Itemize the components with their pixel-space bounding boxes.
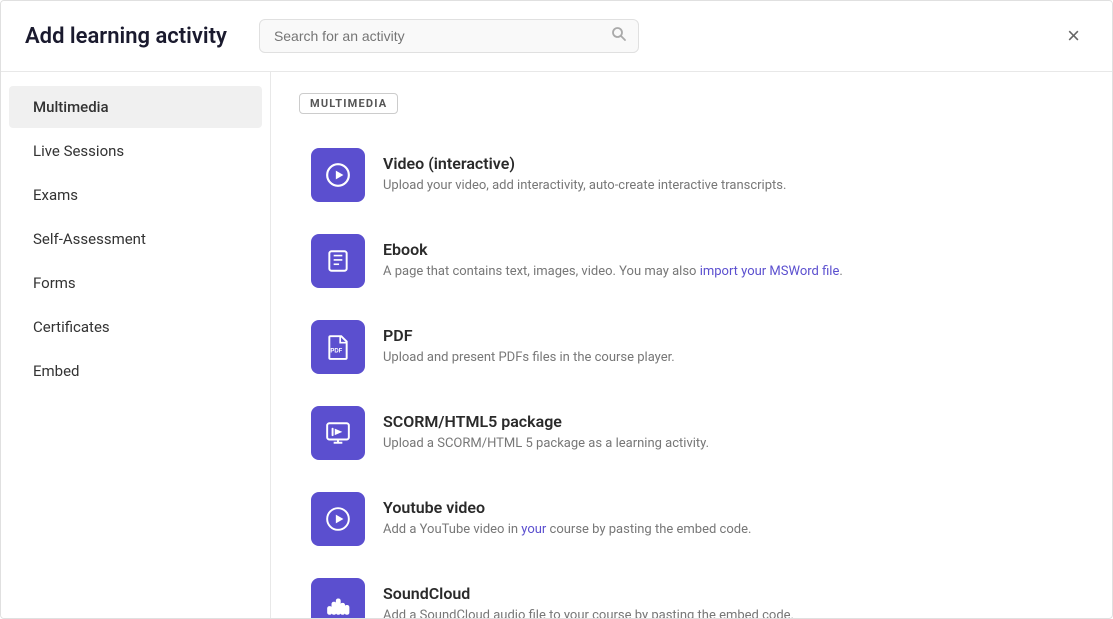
book-icon [325,248,351,274]
soundcloud-icon [325,592,351,618]
modal: Add learning activity × Multimedia Live … [0,0,1113,619]
sidebar-item-self-assessment[interactable]: Self-Assessment [9,218,262,260]
modal-header: Add learning activity × [1,1,1112,72]
modal-body: Multimedia Live Sessions Exams Self-Asse… [1,72,1112,618]
search-bar [259,19,639,53]
activity-list: Video (interactive) Upload your video, a… [299,132,1084,618]
activity-icon-video [311,148,365,202]
scorm-icon [325,420,351,446]
activity-icon-soundcloud [311,578,365,618]
activity-icon-ebook [311,234,365,288]
activity-name-pdf: PDF [383,326,1072,345]
activity-item-ebook[interactable]: Ebook A page that contains text, images,… [299,218,1084,304]
activity-icon-youtube [311,492,365,546]
sidebar: Multimedia Live Sessions Exams Self-Asse… [1,72,271,618]
activity-desc-ebook: A page that contains text, images, video… [383,263,1072,281]
svg-text:PDF: PDF [330,348,342,354]
search-icon [611,26,627,46]
search-input[interactable] [259,19,639,53]
activity-item-soundcloud[interactable]: SoundCloud Add a SoundCloud audio file t… [299,562,1084,618]
sidebar-item-certificates[interactable]: Certificates [9,306,262,348]
activity-desc-video: Upload your video, add interactivity, au… [383,177,1072,195]
activity-desc-soundcloud: Add a SoundCloud audio file to your cour… [383,607,1072,618]
section-label: MULTIMEDIA [299,93,398,114]
activity-name-video: Video (interactive) [383,154,1072,173]
activity-item-youtube[interactable]: Youtube video Add a YouTube video in you… [299,476,1084,562]
activity-text-pdf: PDF Upload and present PDFs files in the… [383,326,1072,367]
activity-text-video: Video (interactive) Upload your video, a… [383,154,1072,195]
activity-desc-youtube: Add a YouTube video in your course by pa… [383,521,1072,539]
activity-text-soundcloud: SoundCloud Add a SoundCloud audio file t… [383,584,1072,618]
sidebar-item-multimedia[interactable]: Multimedia [9,86,262,128]
activity-name-soundcloud: SoundCloud [383,584,1072,603]
pdf-icon: PDF [325,334,351,360]
content-area: MULTIMEDIA Video (interactive) Upload yo… [271,72,1112,618]
activity-desc-scorm: Upload a SCORM/HTML 5 package as a learn… [383,435,1072,453]
close-button[interactable]: × [1059,21,1088,51]
activity-item-pdf[interactable]: PDF PDF Upload and present PDFs files in… [299,304,1084,390]
activity-item-video-interactive[interactable]: Video (interactive) Upload your video, a… [299,132,1084,218]
sidebar-item-embed[interactable]: Embed [9,350,262,392]
youtube-icon [325,506,351,532]
sidebar-item-live-sessions[interactable]: Live Sessions [9,130,262,172]
sidebar-item-forms[interactable]: Forms [9,262,262,304]
sidebar-item-exams[interactable]: Exams [9,174,262,216]
modal-title: Add learning activity [25,24,227,49]
activity-icon-pdf: PDF [311,320,365,374]
activity-text-ebook: Ebook A page that contains text, images,… [383,240,1072,281]
activity-item-scorm[interactable]: SCORM/HTML5 package Upload a SCORM/HTML … [299,390,1084,476]
activity-text-scorm: SCORM/HTML5 package Upload a SCORM/HTML … [383,412,1072,453]
activity-desc-pdf: Upload and present PDFs files in the cou… [383,349,1072,367]
activity-name-youtube: Youtube video [383,498,1072,517]
activity-name-ebook: Ebook [383,240,1072,259]
activity-icon-scorm [311,406,365,460]
activity-name-scorm: SCORM/HTML5 package [383,412,1072,431]
activity-text-youtube: Youtube video Add a YouTube video in you… [383,498,1072,539]
play-icon [325,162,351,188]
